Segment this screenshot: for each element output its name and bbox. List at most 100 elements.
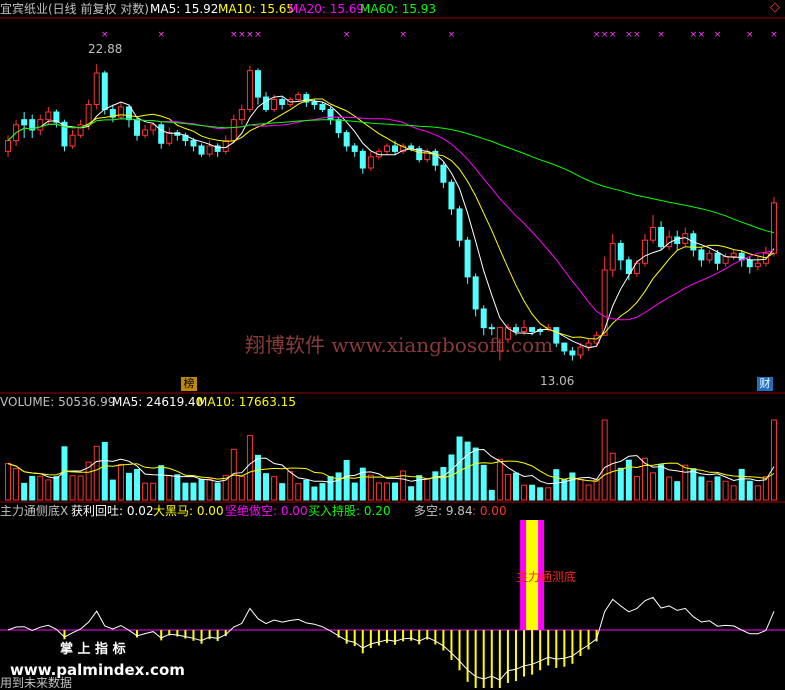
candle-body <box>609 242 616 271</box>
candle-body <box>246 70 253 110</box>
volume-bar <box>754 485 761 501</box>
candle-body <box>319 103 326 110</box>
volume-bar <box>432 471 439 501</box>
watermark-future: 用到未来数据 <box>0 676 73 690</box>
volume-bar <box>738 468 745 501</box>
volume-bar <box>21 482 28 501</box>
candle-body <box>440 164 447 183</box>
candle-body <box>569 350 576 356</box>
volume-bar <box>504 474 511 501</box>
candle-body <box>327 108 334 121</box>
volume-bar <box>29 475 36 501</box>
volume-bar <box>271 476 278 501</box>
candle-body <box>553 327 560 344</box>
signal-cross-mark: × <box>254 30 262 40</box>
ma60-label: MA60: 15.93 <box>360 2 437 16</box>
volume-bar <box>706 480 713 501</box>
volume-bar <box>674 481 681 501</box>
signal-cross-mark: × <box>657 30 665 40</box>
candle-body <box>529 327 536 332</box>
candle-body <box>254 70 261 98</box>
volume-bar <box>488 489 495 501</box>
candle-body <box>37 119 44 131</box>
candle-body <box>392 145 399 152</box>
volume-bar <box>537 487 544 501</box>
candle-body <box>730 252 737 258</box>
volume-bar <box>585 484 592 501</box>
candle-body <box>142 129 149 136</box>
candle-body <box>150 124 157 131</box>
low-price-label: 13.06 <box>540 374 575 388</box>
volume-bar <box>456 436 463 501</box>
volume-bar <box>109 479 116 501</box>
candle-body <box>472 276 479 310</box>
signal-cross-mark: × <box>238 30 246 40</box>
indicator-item-2: 坚绝做空: 0.00 <box>225 504 308 518</box>
volume-bar <box>45 479 52 501</box>
candle-body <box>45 111 52 121</box>
volume-bar <box>625 459 632 501</box>
ma20-line <box>7 116 775 321</box>
candle-body <box>512 327 519 332</box>
volume-bar <box>367 474 374 501</box>
badge-cai[interactable]: 财 <box>757 377 773 391</box>
candle-body <box>650 226 657 241</box>
volume-bar <box>77 475 84 501</box>
candle-body <box>383 145 390 152</box>
candle-body <box>295 94 302 101</box>
volume-bar <box>464 441 471 501</box>
signal-cross-mark: × <box>770 30 778 40</box>
candle-body <box>5 140 12 152</box>
volume-bar <box>246 435 253 501</box>
volume-bar <box>440 467 447 501</box>
diamond-icon[interactable]: ◇ <box>770 1 780 15</box>
volume-bar <box>682 464 689 501</box>
volume-bar <box>254 454 261 501</box>
candle-body <box>134 119 141 136</box>
volume-bar <box>206 478 213 501</box>
watermark-text: 翔博软件 www.xiangbosoft.com <box>245 333 554 357</box>
volume-bar <box>553 469 560 501</box>
volume-bar <box>609 452 616 501</box>
indicator-item-3: 买入持股: 0.20 <box>308 504 391 518</box>
volume-bar <box>601 419 608 501</box>
signal-cross-mark: × <box>399 30 407 40</box>
volume-bar <box>158 465 165 501</box>
volume-bar <box>198 478 205 501</box>
badge-bang[interactable]: 榜 <box>181 377 197 391</box>
volume-bar <box>327 476 334 501</box>
signal-cross-mark: × <box>230 30 238 40</box>
volume-bar <box>722 480 729 501</box>
signal-cross-mark: × <box>246 30 254 40</box>
volume-bar <box>577 478 584 501</box>
candle-body <box>271 99 278 110</box>
volume-bar <box>117 463 124 501</box>
candle-body <box>238 108 245 121</box>
signal-cross-mark: × <box>343 30 351 40</box>
candle-body <box>206 145 213 155</box>
candle-body <box>359 150 366 169</box>
candle-body <box>480 308 487 329</box>
volume-bar <box>392 482 399 501</box>
signal-cross-mark: × <box>101 30 109 40</box>
candle-body <box>311 101 318 105</box>
indicator-item-1: 大黑马: 0.00 <box>153 504 224 518</box>
volume-bar <box>279 483 286 501</box>
candle-body <box>770 202 777 254</box>
volume-bar <box>383 482 390 501</box>
candle-body <box>166 132 173 144</box>
volume-bar <box>142 482 149 501</box>
volume-bar <box>545 487 552 501</box>
candle-body <box>456 208 463 241</box>
volume-bar <box>182 482 189 501</box>
candle-body <box>754 262 761 268</box>
volume-bar <box>174 474 181 501</box>
volume-bar <box>472 447 479 501</box>
signal-cross-mark: × <box>593 30 601 40</box>
candle-body <box>625 259 632 274</box>
candle-body <box>488 327 495 330</box>
candle-body <box>190 140 197 147</box>
signal-cross-mark: × <box>698 30 706 40</box>
volume-bar <box>408 486 415 501</box>
candle-body <box>335 119 342 134</box>
